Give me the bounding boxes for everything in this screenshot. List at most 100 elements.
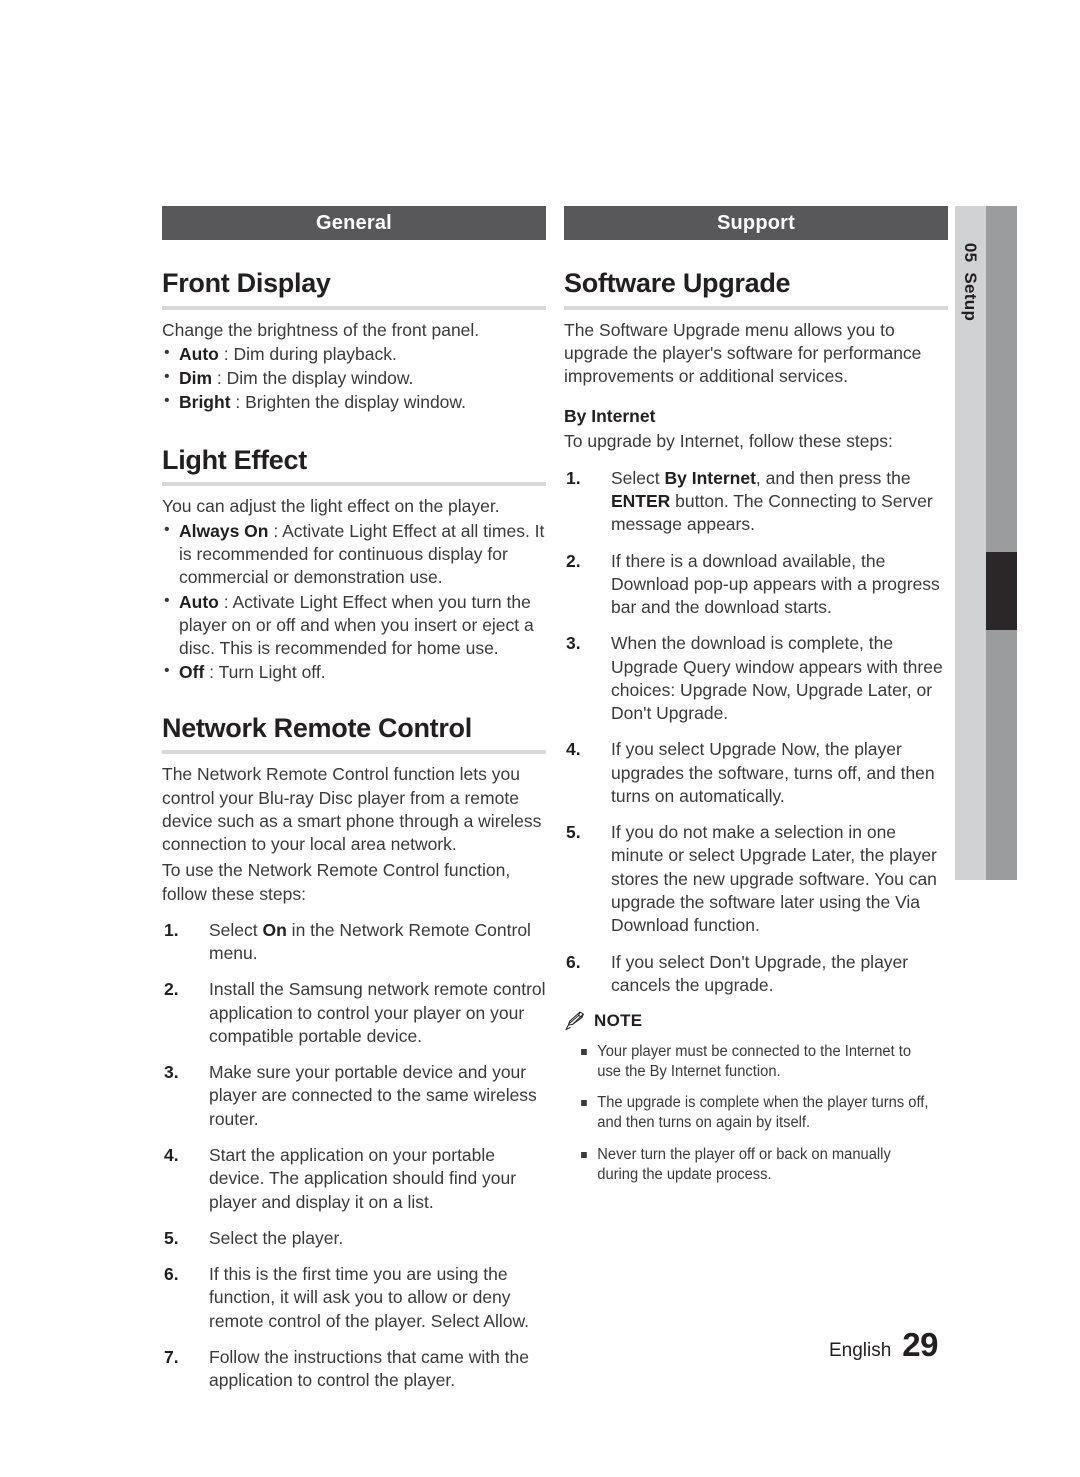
section-title-software-upgrade: Software Upgrade bbox=[564, 268, 791, 298]
software-upgrade-intro: The Software Upgrade menu allows you to … bbox=[564, 319, 922, 387]
heading-rule bbox=[162, 305, 546, 310]
manual-page: 05 Setup General Front Display Change th… bbox=[0, 0, 1080, 1477]
side-tab-dark-strip bbox=[986, 206, 1017, 880]
step-number: 4. bbox=[164, 1144, 179, 1165]
sub-title-by-internet: By Internet bbox=[564, 406, 656, 427]
front-display-intro: Change the brightness of the front panel… bbox=[162, 319, 480, 340]
step-number: 3. bbox=[566, 633, 581, 654]
step-number: 6. bbox=[164, 1264, 179, 1285]
step-text-pre: Install the Samsung network remote contr… bbox=[209, 979, 546, 1046]
bullet-sep: : bbox=[204, 662, 219, 683]
bullet-text: Activate Light Effect when you turn the … bbox=[179, 591, 534, 659]
step-text-pre: Start the application on your portable d… bbox=[209, 1144, 517, 1212]
step-text-bold: On bbox=[262, 919, 287, 940]
heading-rule bbox=[162, 482, 546, 487]
light-effect-intro: You can adjust the light effect on the p… bbox=[162, 496, 500, 517]
note-header: NOTE bbox=[564, 1011, 948, 1031]
list-item: Off : Turn Light off. bbox=[162, 660, 546, 684]
list-item: 5. If you do not make a selection in one … bbox=[564, 821, 948, 937]
bullet-term: Bright bbox=[179, 392, 231, 413]
step-text-pre: Select bbox=[209, 919, 263, 940]
step-number: 1. bbox=[164, 919, 179, 940]
bullet-text: Dim during playback. bbox=[233, 343, 397, 364]
right-column: Support Software Upgrade The Software Up… bbox=[564, 206, 948, 1185]
bullet-term: Off bbox=[179, 662, 205, 683]
step-text-pre: If you select Don't Upgrade, the player … bbox=[611, 951, 909, 995]
list-item: 4. Start the application on your portable… bbox=[162, 1144, 546, 1214]
side-tab-chapter-marker bbox=[986, 552, 1017, 630]
by-internet-steps: 1. Select By Internet, and then press the… bbox=[564, 467, 948, 997]
step-text-bold: By Internet bbox=[664, 467, 756, 488]
note-label: NOTE bbox=[594, 1011, 643, 1031]
bullet-text: Turn Light off. bbox=[218, 662, 326, 683]
bullet-term: Auto bbox=[179, 343, 219, 364]
bullet-sep: : bbox=[212, 368, 227, 389]
list-item: 5. Select the player. bbox=[162, 1227, 546, 1250]
side-tab-chapter-number: 05 bbox=[961, 242, 981, 263]
banner-support: Support bbox=[564, 206, 948, 240]
list-item: 6. If you select Don't Upgrade, the playe… bbox=[564, 951, 948, 998]
step-text-pre: Select the player. bbox=[209, 1227, 344, 1248]
bullet-term: Auto bbox=[179, 591, 219, 612]
by-internet-intro: To upgrade by Internet, follow these ste… bbox=[564, 431, 893, 452]
pencil-icon bbox=[565, 1011, 584, 1031]
bullet-sep: : bbox=[218, 343, 234, 364]
step-text-bold2: ENTER bbox=[611, 491, 671, 512]
list-item: 1. Select By Internet, and then press the… bbox=[564, 467, 948, 537]
step-number: 5. bbox=[566, 822, 581, 843]
bullet-sep: : bbox=[218, 591, 233, 612]
step-text-pre: If you do not make a selection in one mi… bbox=[611, 822, 937, 936]
bullet-text: Dim the display window. bbox=[226, 368, 414, 389]
step-text-pre: If this is the first time you are using … bbox=[209, 1264, 530, 1331]
side-chapter-tab: 05 Setup bbox=[955, 206, 1017, 880]
step-text-pre: If you select Upgrade Now, the player up… bbox=[611, 739, 935, 806]
step-text-pre: Make sure your portable device and your … bbox=[209, 1062, 537, 1129]
list-item: 1. Select On in the Network Remote Contro… bbox=[162, 919, 546, 966]
page-footer: English 29 bbox=[0, 1326, 939, 1364]
bullet-text: Brighten the display window. bbox=[245, 392, 466, 413]
step-text-pre: Select bbox=[611, 467, 665, 488]
list-item: Your player must be connected to the Int… bbox=[564, 1042, 929, 1082]
heading-rule bbox=[564, 305, 948, 310]
step-number: 2. bbox=[164, 979, 179, 1000]
list-item: Bright : Brighten the display window. bbox=[162, 390, 546, 414]
nrc-steps: 1. Select On in the Network Remote Contro… bbox=[162, 919, 546, 1393]
list-item: 2. If there is a download available, the … bbox=[564, 550, 948, 620]
list-item: Dim : Dim the display window. bbox=[162, 366, 546, 390]
side-tab-text-wrap: 05 Setup bbox=[955, 206, 986, 406]
footer-language: English bbox=[828, 1340, 892, 1361]
section-title-network-remote-control: Network Remote Control bbox=[162, 712, 472, 743]
list-item: Never turn the player off or back on man… bbox=[564, 1145, 929, 1185]
list-item: 4. If you select Upgrade Now, the player … bbox=[564, 738, 948, 808]
note-items: Your player must be connected to the Int… bbox=[564, 1042, 948, 1185]
list-item: 2. Install the Samsung network remote con… bbox=[162, 978, 546, 1048]
bullet-sep: : bbox=[230, 392, 246, 413]
side-tab-label: 05 Setup bbox=[961, 243, 981, 321]
list-item: Auto : Activate Light Effect when you tu… bbox=[162, 590, 546, 661]
banner-general: General bbox=[162, 206, 546, 240]
section-title-front-display: Front Display bbox=[162, 268, 331, 298]
list-item: 6. If this is the first time you are usin… bbox=[162, 1263, 546, 1333]
nrc-paragraph-2: To use the Network Remote Control functi… bbox=[162, 860, 511, 904]
step-text-pre: When the download is complete, the Upgra… bbox=[611, 633, 943, 724]
front-display-bullets: Auto : Dim during playback. Dim : Dim th… bbox=[162, 342, 546, 415]
bullet-term: Always On bbox=[179, 520, 269, 541]
step-number: 6. bbox=[566, 951, 581, 972]
step-number: 3. bbox=[164, 1062, 179, 1083]
nrc-paragraph-1: The Network Remote Control function lets… bbox=[162, 764, 542, 855]
step-text-mid: , and then press the bbox=[755, 467, 911, 488]
step-number: 4. bbox=[566, 739, 581, 760]
step-number: 5. bbox=[164, 1227, 179, 1248]
step-number: 1. bbox=[566, 467, 581, 488]
bullet-term: Dim bbox=[179, 368, 213, 389]
side-tab-chapter-name: Setup bbox=[961, 272, 981, 322]
heading-rule bbox=[162, 750, 546, 755]
list-item: Always On : Activate Light Effect at all… bbox=[162, 519, 546, 590]
list-item: 3. Make sure your portable device and you… bbox=[162, 1061, 546, 1131]
light-effect-bullets: Always On : Activate Light Effect at all… bbox=[162, 519, 546, 685]
left-column: General Front Display Change the brightn… bbox=[162, 206, 546, 1392]
section-title-light-effect: Light Effect bbox=[162, 444, 307, 475]
footer-page-number: 29 bbox=[902, 1326, 938, 1363]
list-item: The upgrade is complete when the player … bbox=[564, 1093, 929, 1133]
bullet-sep: : bbox=[268, 520, 283, 541]
